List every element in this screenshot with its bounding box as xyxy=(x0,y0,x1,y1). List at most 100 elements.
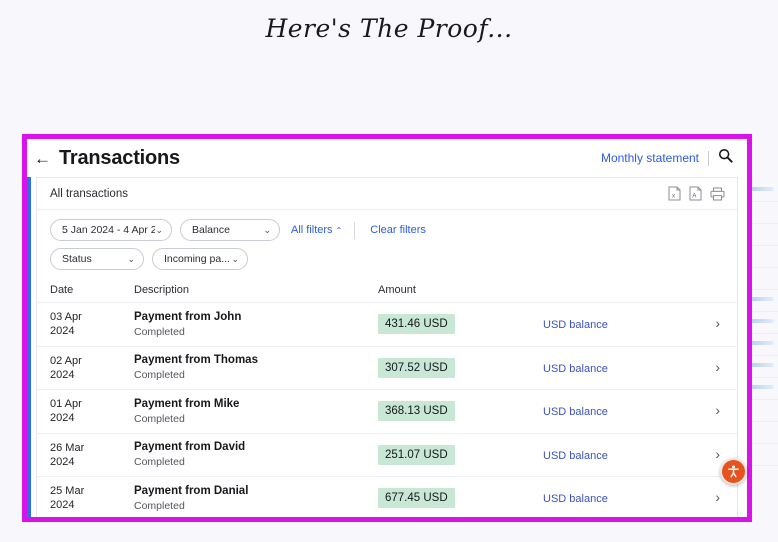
amount-badge: 677.45 USD xyxy=(378,488,455,509)
amount-badge: 368.13 USD xyxy=(378,401,455,422)
chevron-right-icon[interactable]: › xyxy=(715,489,724,505)
transaction-date: 01 Apr 2024 xyxy=(50,397,134,425)
amount-badge: 431.46 USD xyxy=(378,314,455,335)
chevron-down-icon: ⌄ xyxy=(263,224,271,235)
transaction-description: Payment from David Completed xyxy=(134,440,378,469)
transaction-year: 2024 xyxy=(50,368,75,381)
incoming-payments-filter[interactable]: Incoming pa... ⌄ xyxy=(152,248,248,270)
filter-bar: 5 Jan 2024 - 4 Apr 2024 ⌄ Balance ⌄ All … xyxy=(37,210,737,277)
status-filter-label: Status xyxy=(62,253,92,265)
table-row[interactable]: 01 Apr 2024 Payment from Mike Completed … xyxy=(37,390,737,434)
header-divider xyxy=(708,150,709,166)
transaction-description: Payment from Thomas Completed xyxy=(134,353,378,382)
background-row xyxy=(748,422,778,444)
date-range-filter[interactable]: 5 Jan 2024 - 4 Apr 2024 ⌄ xyxy=(50,219,172,241)
incoming-payments-filter-label: Incoming pa... xyxy=(164,253,230,265)
chevron-down-icon: ⌄ xyxy=(155,224,163,235)
balance-filter[interactable]: Balance ⌄ xyxy=(180,219,280,241)
table-row[interactable]: 02 Apr 2024 Payment from Thomas Complete… xyxy=(37,347,737,390)
print-icon[interactable] xyxy=(710,187,725,201)
background-row xyxy=(748,400,778,422)
amount-badge: 251.07 USD xyxy=(378,444,455,465)
transaction-title: Payment from Danial xyxy=(134,484,249,497)
transactions-panel: ← Transactions Monthly statement All tra… xyxy=(22,134,752,522)
monthly-statement-link[interactable]: Monthly statement xyxy=(601,151,699,165)
background-row xyxy=(748,312,778,334)
column-header-amount: Amount xyxy=(378,283,416,296)
transaction-year: 2024 xyxy=(50,412,75,425)
usd-balance-link[interactable]: USD balance xyxy=(543,319,608,331)
transaction-year: 2024 xyxy=(50,455,75,468)
table-header: Date Description Amount xyxy=(37,277,737,303)
transaction-description: Payment from Danial Completed xyxy=(134,484,378,513)
header-actions: Monthly statement xyxy=(601,148,733,168)
transaction-amount-cell: 431.46 USD xyxy=(378,314,543,335)
arrow-left-icon[interactable]: ← xyxy=(34,150,51,167)
filter-divider xyxy=(354,221,356,239)
accessibility-person-icon xyxy=(728,465,739,478)
usd-balance-link[interactable]: USD balance xyxy=(543,363,608,375)
background-row xyxy=(748,356,778,378)
transactions-card: All transactions x A 5 Jan 2024 - 4 Apr … xyxy=(36,177,738,517)
transaction-title: Payment from John xyxy=(134,310,242,323)
usd-balance-link[interactable]: USD balance xyxy=(543,406,608,418)
date-range-filter-label: 5 Jan 2024 - 4 Apr 2024 xyxy=(62,224,155,236)
page-title: Transactions xyxy=(59,146,180,169)
svg-text:x: x xyxy=(672,194,675,200)
pdf-export-icon[interactable]: A xyxy=(689,186,702,201)
background-row xyxy=(748,202,778,224)
filter-row-secondary: Status ⌄ Incoming pa... ⌄ xyxy=(50,248,724,270)
status-filter[interactable]: Status ⌄ xyxy=(50,248,144,270)
table-row[interactable]: 03 Apr 2024 Payment from John Completed … xyxy=(37,303,737,347)
chevron-right-icon[interactable]: › xyxy=(715,446,724,462)
transaction-amount-cell: 307.52 USD xyxy=(378,357,543,378)
transaction-amount-cell: 251.07 USD xyxy=(378,444,543,465)
chevron-down-icon: ⌄ xyxy=(127,253,135,264)
transaction-balance-cell: USD balance xyxy=(543,402,708,420)
transaction-date: 02 Apr 2024 xyxy=(50,354,134,382)
background-row xyxy=(748,334,778,356)
background-row xyxy=(748,290,778,312)
clear-filters-button[interactable]: Clear filters xyxy=(370,224,426,236)
transaction-status: Completed xyxy=(134,325,185,338)
chevron-up-icon: ⌃ xyxy=(335,225,343,235)
row-chevron-cell: › xyxy=(708,489,724,507)
transaction-status: Completed xyxy=(134,369,185,382)
excel-export-icon[interactable]: x xyxy=(668,186,681,201)
transaction-balance-cell: USD balance xyxy=(543,446,708,464)
chevron-right-icon[interactable]: › xyxy=(715,315,724,331)
transaction-status: Completed xyxy=(134,412,185,425)
usd-balance-link[interactable]: USD balance xyxy=(543,493,608,505)
panel-header: ← Transactions Monthly statement xyxy=(27,139,747,177)
accessibility-button[interactable] xyxy=(720,458,747,485)
transaction-day: 25 Mar xyxy=(50,485,85,498)
transaction-day: 03 Apr xyxy=(50,311,82,324)
transaction-date: 03 Apr 2024 xyxy=(50,310,134,338)
background-row xyxy=(748,246,778,268)
table-row[interactable]: 26 Mar 2024 Payment from David Completed… xyxy=(37,434,737,477)
background-row xyxy=(748,378,778,400)
chevron-down-icon: ⌄ xyxy=(231,253,239,264)
usd-balance-link[interactable]: USD balance xyxy=(543,450,608,462)
all-filters-button[interactable]: All filters ⌃ xyxy=(291,224,342,236)
chevron-right-icon[interactable]: › xyxy=(715,359,724,375)
all-filters-label: All filters xyxy=(291,224,333,236)
amount-badge: 307.52 USD xyxy=(378,357,455,378)
row-chevron-cell: › xyxy=(708,402,724,420)
table-row[interactable]: 25 Mar 2024 Payment from Danial Complete… xyxy=(37,477,737,517)
row-chevron-cell: › xyxy=(708,359,724,377)
transaction-day: 02 Apr xyxy=(50,354,82,367)
background-content-strip xyxy=(748,180,778,520)
clear-filters-label: Clear filters xyxy=(370,224,426,236)
search-icon[interactable] xyxy=(718,148,733,168)
transaction-title: Payment from Thomas xyxy=(134,354,258,367)
column-header-date: Date xyxy=(50,283,74,296)
transaction-description: Payment from John Completed xyxy=(134,310,378,339)
column-header-description: Description xyxy=(134,283,190,296)
background-row xyxy=(748,444,778,466)
card-title: All transactions xyxy=(50,187,128,200)
chevron-right-icon[interactable]: › xyxy=(715,402,724,418)
transaction-amount-cell: 368.13 USD xyxy=(378,401,543,422)
transaction-description: Payment from Mike Completed xyxy=(134,397,378,426)
balance-filter-label: Balance xyxy=(192,224,230,236)
